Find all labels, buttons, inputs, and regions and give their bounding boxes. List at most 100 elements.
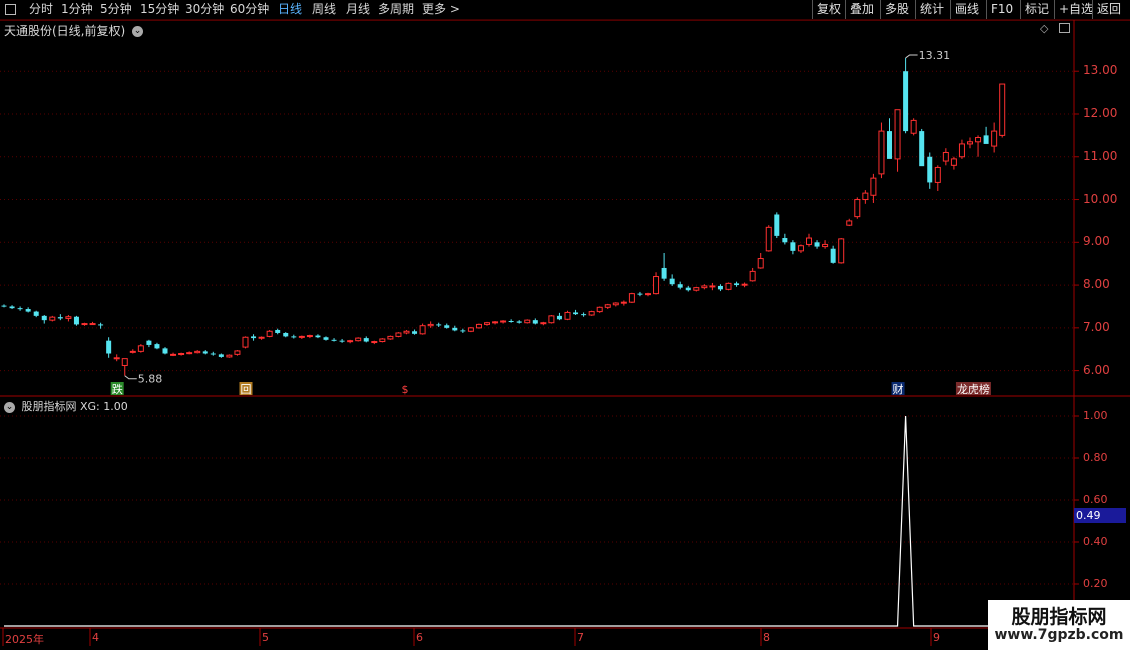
diamond-icon[interactable]: ◇ (1040, 22, 1048, 35)
candle-body (436, 324, 442, 326)
event-marker-label[interactable]: 跌 (112, 382, 123, 396)
low-label: 5.88 (138, 373, 163, 386)
candle-body (323, 337, 329, 340)
period-tab[interactable]: 15分钟 (140, 0, 179, 19)
date-tick-label: 9 (933, 631, 940, 644)
candle-body (967, 141, 973, 145)
candle-body (291, 336, 297, 338)
candle-body (588, 311, 595, 316)
candle-body (862, 192, 869, 201)
toolbar-action-button[interactable]: 返回 (1092, 0, 1125, 19)
candle-body (146, 340, 152, 345)
watermark-url: www.7gpzb.com (994, 627, 1124, 643)
candle-body (878, 130, 885, 175)
candle-body (202, 351, 208, 354)
candle-body (604, 304, 611, 308)
panel-toggle-icon[interactable] (1059, 23, 1070, 33)
candle-body (331, 339, 337, 341)
xg-line (4, 415, 1003, 627)
candle-body (41, 315, 47, 321)
candle-body (516, 321, 522, 323)
event-marker-label[interactable]: $ (402, 383, 409, 396)
candle-body (162, 348, 168, 354)
candle-body (854, 199, 861, 218)
candle-body (564, 311, 571, 320)
candle-body (620, 301, 627, 304)
candle-body (452, 327, 458, 331)
toolbar-action-button[interactable]: 多股 (880, 0, 913, 19)
candle-body (363, 338, 369, 342)
candle-body (701, 285, 708, 289)
candle-body (548, 315, 555, 324)
candle-body (741, 283, 748, 286)
event-marker-label[interactable]: 财 (893, 382, 904, 396)
candle-body (500, 320, 507, 323)
period-tab[interactable]: 5分钟 (100, 0, 132, 19)
candle-body (725, 282, 732, 290)
watermark: 股朋指标网 www.7gpzb.com (988, 600, 1130, 650)
date-tick-label: 7 (577, 631, 584, 644)
mark-button[interactable]: 标记 (1020, 0, 1053, 19)
candle-body (339, 340, 345, 342)
candle-body (371, 341, 378, 344)
stock-title: 天通股份(日线,前复权) ⌄ (4, 22, 144, 39)
period-tab[interactable]: 月线 (346, 0, 370, 19)
chevron-down-icon[interactable]: ⌄ (4, 401, 15, 413)
candle-body (894, 109, 901, 160)
candle-body (387, 335, 394, 340)
candle-body (412, 331, 418, 334)
candle-body (403, 330, 410, 334)
price-tick-label: 9.00 (1083, 234, 1110, 249)
watermark-title: 股朋指标网 (1011, 606, 1107, 628)
candle-body (9, 306, 15, 309)
period-tab[interactable]: 周线 (312, 0, 336, 19)
period-tab[interactable]: 更多 > (422, 0, 460, 19)
candle-body (251, 336, 257, 339)
candle-body (806, 237, 812, 245)
candle-body (822, 243, 829, 248)
candle-body (154, 344, 160, 349)
toolbar-action-button[interactable]: 叠加 (845, 0, 878, 19)
toolbar-action-button[interactable]: 统计 (915, 0, 948, 19)
candle-body (170, 353, 177, 356)
cursor-value-badge: 0.49 (1074, 508, 1126, 523)
period-tab[interactable]: 30分钟 (185, 0, 224, 19)
window-menu-icon[interactable] (5, 4, 16, 15)
candle-body (1, 305, 7, 307)
candle-body (645, 293, 651, 296)
toolbar-action-button[interactable]: F10 (986, 0, 1017, 19)
candle-body (556, 315, 562, 320)
period-tab[interactable]: 1分钟 (61, 0, 93, 19)
candle-body (98, 324, 104, 326)
chart-canvas[interactable]: 13.31 5.88 跌 回 $ 财 龙虎榜 (0, 0, 1130, 650)
candle-body (975, 137, 982, 143)
date-tick-label: 8 (763, 631, 770, 644)
toolbar-action-button[interactable]: +自选 (1054, 0, 1097, 19)
period-tab[interactable]: 分时 (29, 0, 53, 19)
event-marker-label[interactable]: 回 (241, 383, 252, 396)
indicator-tick-label: 1.00 (1083, 409, 1108, 422)
candle-body (226, 354, 233, 358)
indicator-tick-label: 0.80 (1083, 451, 1108, 464)
candle-body (782, 238, 788, 243)
stock-title-text: 天通股份(日线,前复权) (4, 24, 126, 38)
candle-body (903, 71, 909, 132)
candle-body (628, 293, 635, 303)
event-marker-label[interactable]: 龙虎榜 (957, 382, 990, 396)
candle-body (258, 336, 265, 339)
candle-body (612, 302, 619, 306)
toolbar-action-button[interactable]: 复权 (812, 0, 845, 19)
price-tick-label: 12.00 (1083, 105, 1118, 120)
price-tick-label: 13.00 (1083, 63, 1118, 78)
candle-body (596, 306, 603, 313)
chevron-down-icon[interactable]: ⌄ (132, 26, 144, 37)
period-tab[interactable]: 多周期 (378, 0, 414, 19)
candle-body (677, 284, 683, 288)
candle-body (475, 323, 482, 329)
candle-body (846, 220, 853, 226)
period-tab[interactable]: 日线 (278, 0, 302, 19)
toolbar: 分时 1分钟 5分钟 15分钟 30分钟 60分钟 日线 周线 月线 多周期 更多 > 复权 叠加 多股统… (0, 0, 1130, 20)
period-tab[interactable]: 60分钟 (230, 0, 269, 19)
candle-body (89, 323, 96, 326)
toolbar-action-button[interactable]: 画线 (950, 0, 983, 19)
